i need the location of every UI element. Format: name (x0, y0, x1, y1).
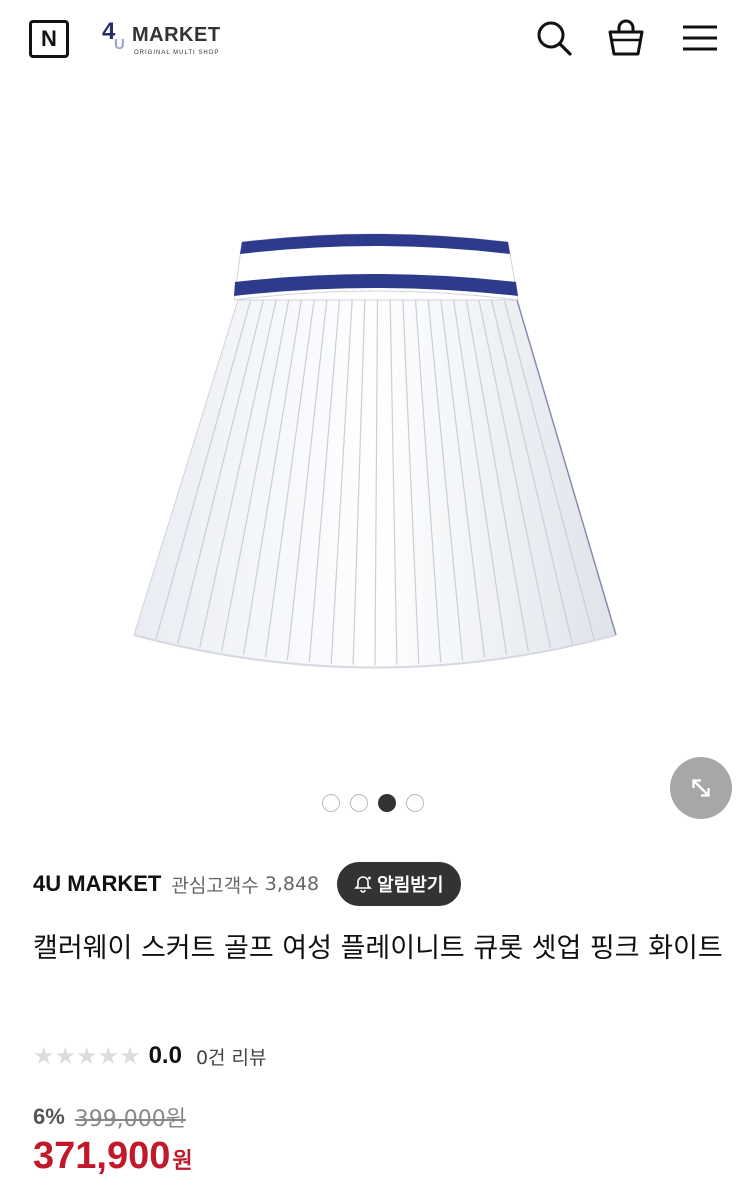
followers-label: 관심고객수 (171, 874, 259, 897)
price-current-row: 371,900 원 (33, 1135, 193, 1185)
followers-count: 3,848 (264, 873, 320, 895)
seller-name[interactable]: 4U MARKET (33, 871, 161, 897)
star-icon: ★ (97, 1042, 120, 1070)
star-rating: ★ ★ ★ ★ ★ (33, 1044, 141, 1068)
star-icon: ★ (54, 1042, 77, 1070)
seller-info: 4U MARKET 관심고객수 3,848 알림받기 (33, 862, 462, 906)
naver-logo[interactable]: N (29, 20, 69, 58)
gallery-pagination (322, 794, 424, 812)
product-image-gallery[interactable] (0, 80, 750, 819)
review-count[interactable]: 0건 리뷰 (196, 1043, 267, 1070)
star-icon: ★ (119, 1042, 141, 1070)
notification-subscribe-label: 알림받기 (377, 875, 444, 896)
product-image-skirt (133, 233, 617, 669)
rating-summary[interactable]: ★ ★ ★ ★ ★ 0.0 0건 리뷰 (33, 1038, 267, 1074)
bell-icon (354, 876, 373, 893)
expand-icon (692, 779, 710, 797)
price-discount-row: 6% 399,000원 (33, 1100, 186, 1134)
brand-u: U (114, 36, 125, 53)
star-icon: ★ (33, 1042, 55, 1070)
menu-icon[interactable] (680, 18, 720, 58)
pagination-dot[interactable] (322, 794, 340, 812)
pagination-dot-active[interactable] (378, 794, 396, 812)
store-logo[interactable]: 4 U MARKET ORIGINAL MULTI SHOP (100, 18, 230, 60)
brand-subtitle: ORIGINAL MULTI SHOP (134, 50, 220, 56)
rating-score: 0.0 (148, 1042, 182, 1069)
search-icon[interactable] (534, 18, 574, 58)
pagination-dot[interactable] (406, 794, 424, 812)
brand-market: MARKET (132, 24, 221, 46)
original-price: 399,000원 (74, 1107, 187, 1132)
expand-image-button[interactable] (670, 757, 732, 819)
star-icon: ★ (76, 1042, 98, 1070)
discount-rate: 6% (33, 1104, 65, 1129)
top-header: N 4 U MARKET ORIGINAL MULTI SHOP (0, 0, 750, 80)
shopping-bag-icon[interactable] (606, 18, 646, 58)
product-title: 캘러웨이 스커트 골프 여성 플레이니트 큐롯 셋업 핑크 화이트 (33, 933, 723, 964)
pagination-dot[interactable] (350, 794, 368, 812)
notification-subscribe-button[interactable]: 알림받기 (337, 862, 462, 906)
currency-unit: 원 (172, 1149, 193, 1174)
sale-price: 371,900 (33, 1135, 171, 1177)
